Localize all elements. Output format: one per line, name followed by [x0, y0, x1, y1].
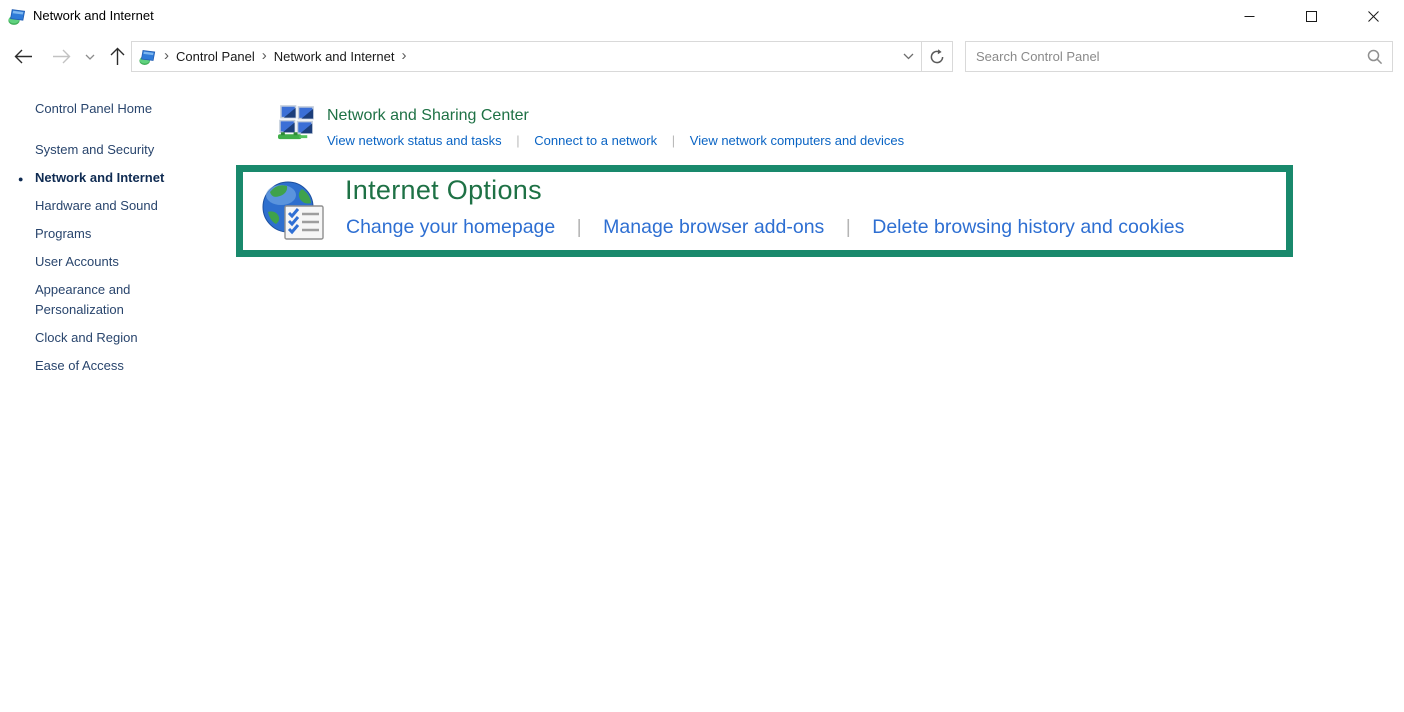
link-delete-browsing-history[interactable]: Delete browsing history and cookies — [872, 216, 1184, 238]
maximize-button[interactable] — [1280, 0, 1342, 33]
breadcrumb-separator: › — [262, 48, 267, 65]
window-title: Network and Internet — [33, 8, 154, 23]
network-sharing-center-title[interactable]: Network and Sharing Center — [327, 107, 529, 125]
network-sharing-center-tasks: View network status and tasks | Connect … — [327, 133, 904, 148]
sidebar-item-label: User Accounts — [35, 254, 119, 269]
link-separator: | — [516, 133, 519, 148]
search-box — [965, 41, 1393, 72]
internet-options-icon[interactable] — [262, 179, 326, 244]
address-dropdown-chevron-icon[interactable] — [895, 42, 921, 71]
sidebar-item-control-panel-home[interactable]: Control Panel Home — [35, 99, 203, 119]
window-controls — [1218, 0, 1404, 33]
link-separator: | — [577, 216, 582, 238]
internet-options-highlight-box: Internet Options Change your homepage | … — [236, 165, 1293, 257]
up-button[interactable] — [104, 41, 130, 72]
breadcrumb-separator: › — [401, 48, 406, 65]
close-button[interactable] — [1342, 0, 1404, 33]
recent-pages-chevron-icon[interactable] — [82, 41, 98, 72]
sidebar-item-programs[interactable]: ● Programs — [35, 224, 203, 244]
link-view-network-status[interactable]: View network status and tasks — [327, 133, 502, 148]
internet-options-title[interactable]: Internet Options — [345, 175, 542, 206]
sidebar-item-appearance-and-personalization[interactable]: ● Appearance and Personalization — [35, 280, 203, 320]
minimize-button[interactable] — [1218, 0, 1280, 33]
breadcrumb-network-and-internet[interactable]: Network and Internet — [274, 49, 395, 64]
sidebar-item-label: Appearance and Personalization — [35, 282, 130, 317]
sidebar-item-user-accounts[interactable]: ● User Accounts — [35, 252, 203, 272]
internet-options-tasks: Change your homepage | Manage browser ad… — [346, 216, 1184, 239]
sidebar: Control Panel Home ● System and Security… — [35, 99, 203, 384]
address-bar[interactable]: › Control Panel › Network and Internet › — [131, 41, 953, 72]
link-separator: | — [672, 133, 675, 148]
search-input[interactable] — [966, 43, 1367, 70]
sidebar-item-ease-of-access[interactable]: ● Ease of Access — [35, 356, 203, 376]
sidebar-item-label: Clock and Region — [35, 330, 138, 345]
sidebar-item-label: Programs — [35, 226, 91, 241]
link-connect-to-network[interactable]: Connect to a network — [534, 133, 657, 148]
search-icon[interactable] — [1367, 49, 1383, 65]
sidebar-item-label: Hardware and Sound — [35, 198, 158, 213]
link-view-network-computers[interactable]: View network computers and devices — [690, 133, 904, 148]
back-button[interactable] — [10, 41, 36, 72]
sidebar-item-hardware-and-sound[interactable]: ● Hardware and Sound — [35, 196, 203, 216]
sidebar-item-label: Network and Internet — [35, 170, 164, 185]
breadcrumb-separator: › — [164, 48, 169, 65]
sidebar-item-label: System and Security — [35, 142, 154, 157]
sidebar-item-clock-and-region[interactable]: ● Clock and Region — [35, 328, 203, 348]
forward-button[interactable] — [48, 41, 74, 72]
control-panel-icon — [139, 48, 157, 66]
control-panel-icon — [8, 7, 27, 26]
breadcrumb-control-panel[interactable]: Control Panel — [176, 49, 255, 64]
title-bar: Network and Internet — [0, 0, 1404, 33]
link-change-homepage[interactable]: Change your homepage — [346, 216, 555, 238]
selected-bullet-icon: ● — [18, 169, 23, 189]
network-sharing-center-icon[interactable] — [278, 104, 317, 143]
link-manage-addons[interactable]: Manage browser add-ons — [603, 216, 824, 238]
sidebar-item-label: Ease of Access — [35, 358, 124, 373]
link-separator: | — [846, 216, 851, 238]
refresh-button[interactable] — [922, 42, 952, 71]
sidebar-item-network-and-internet[interactable]: ● Network and Internet — [35, 168, 203, 188]
sidebar-item-system-and-security[interactable]: ● System and Security — [35, 140, 203, 160]
navigation-bar: › Control Panel › Network and Internet › — [0, 41, 1404, 72]
